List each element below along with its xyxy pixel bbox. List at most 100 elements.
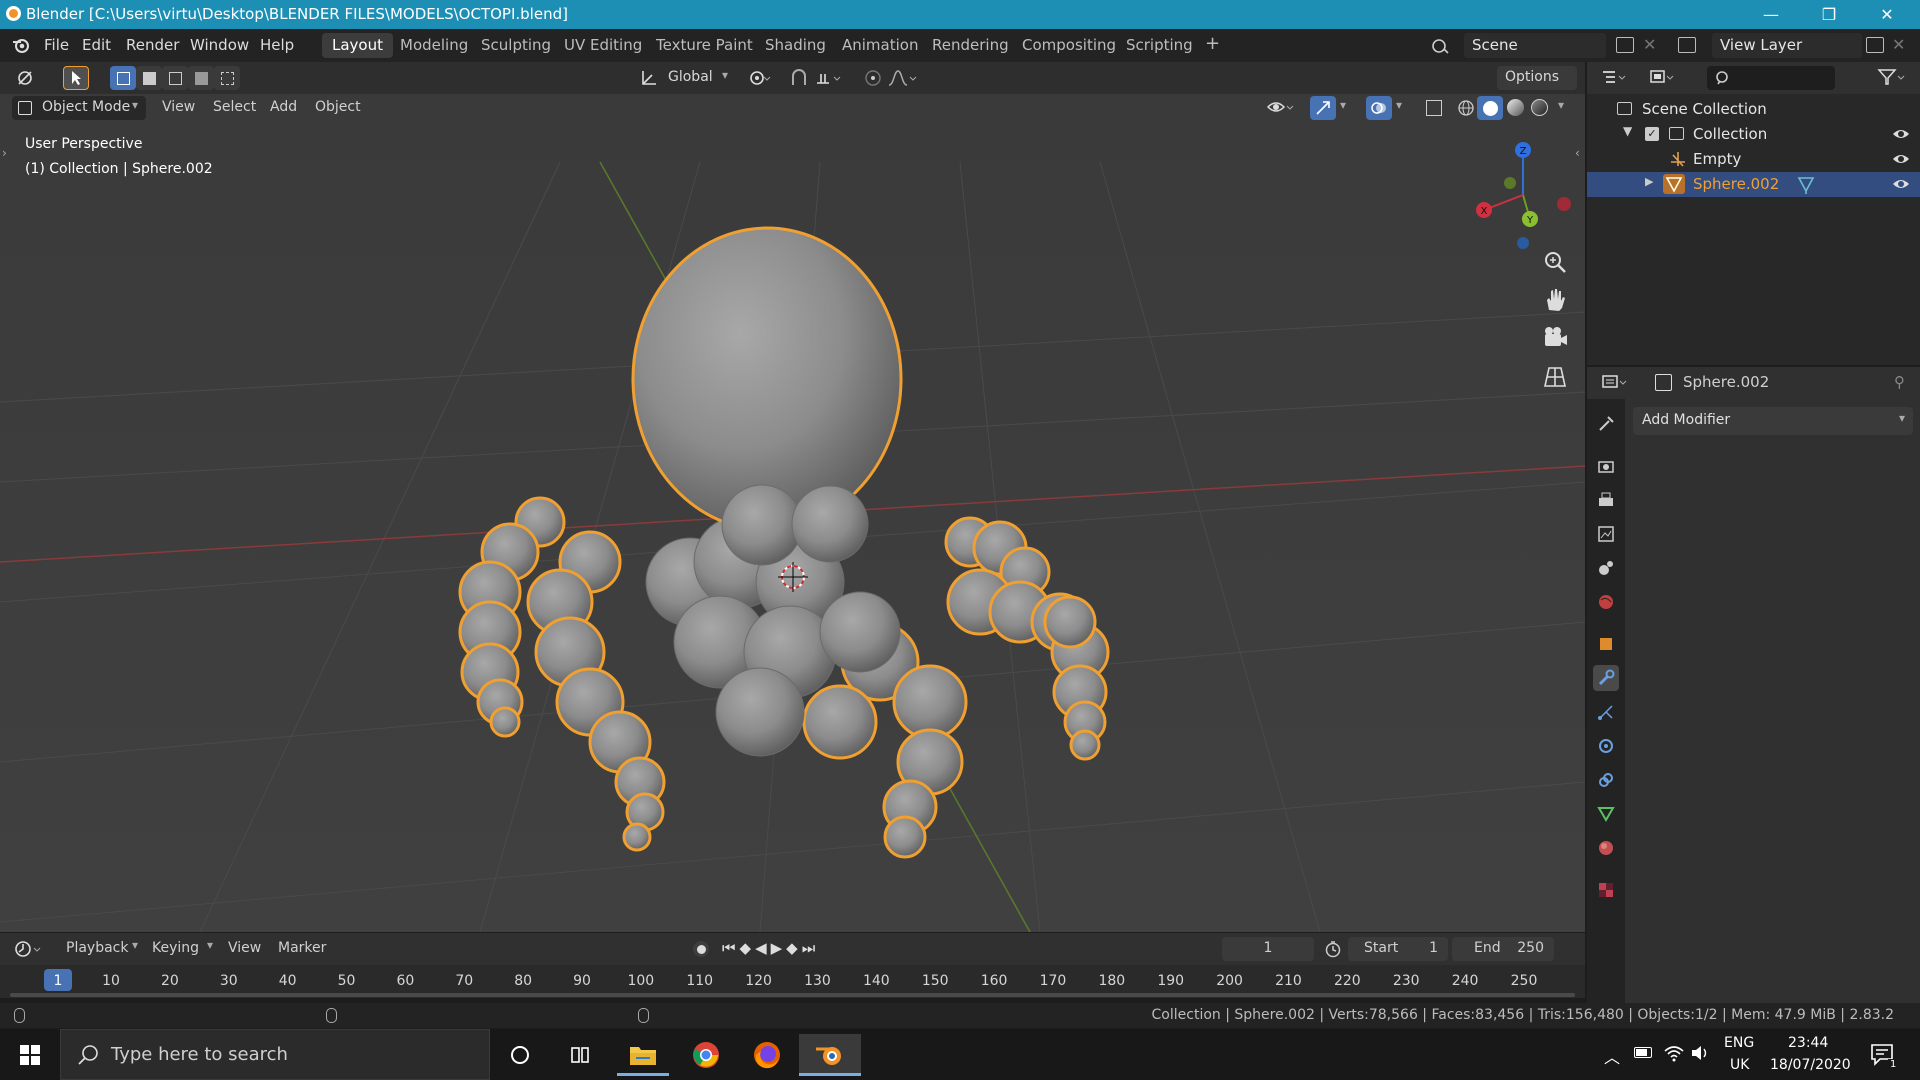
scene-browse-icon[interactable] — [1430, 37, 1450, 55]
select-mode-invert-icon[interactable] — [188, 66, 214, 90]
timeline-menu-view[interactable]: View — [228, 940, 261, 956]
clock-date[interactable]: 18/07/2020 — [1770, 1057, 1851, 1073]
xray-toggle-icon[interactable] — [1426, 100, 1442, 116]
eye-icon[interactable] — [1892, 151, 1910, 171]
object-tab-icon[interactable] — [1593, 631, 1619, 657]
chevron-down-icon[interactable]: ▾ — [1340, 98, 1346, 112]
outliner-editor-type-icon[interactable] — [1601, 68, 1629, 90]
menu-edit[interactable]: Edit — [82, 36, 111, 54]
ortho-toggle-icon[interactable] — [1541, 362, 1569, 394]
add-workspace-button[interactable]: + — [1195, 33, 1230, 58]
sidebar-toggle-icon[interactable]: ‹ — [1575, 146, 1580, 160]
overlays-toggle-icon[interactable] — [1366, 96, 1392, 120]
tray-chevron-up-icon[interactable]: ︿ — [1604, 1044, 1620, 1068]
timeline-scrollbar[interactable] — [10, 993, 1575, 997]
material-preview-icon[interactable] — [1507, 99, 1524, 116]
render-tab-icon[interactable] — [1593, 453, 1619, 479]
editor-type-icon[interactable] — [14, 66, 40, 90]
eye-icon[interactable] — [1892, 176, 1910, 196]
3d-viewport[interactable]: Global ▾ Options Object Mode ▾ View Sele… — [0, 62, 1585, 932]
options-dropdown[interactable]: Options — [1497, 66, 1577, 90]
menu-help[interactable]: Help — [260, 36, 294, 54]
clock-time[interactable]: 23:44 — [1788, 1035, 1828, 1051]
start-frame-field[interactable]: Start 1 — [1348, 937, 1448, 961]
camera-view-icon[interactable] — [1541, 324, 1569, 356]
wireframe-shading-icon[interactable] — [1457, 99, 1475, 121]
view-layer-field[interactable]: View Layer — [1712, 33, 1862, 58]
select-mode-intersect-icon[interactable] — [214, 66, 240, 90]
modifier-tab-icon[interactable] — [1593, 665, 1619, 691]
current-frame-field[interactable]: 1 — [1222, 937, 1314, 961]
timeline-menu-playback[interactable]: Playback — [66, 940, 128, 956]
tab-modeling[interactable]: Modeling — [390, 33, 478, 58]
language-indicator[interactable]: ENG — [1724, 1035, 1754, 1051]
solid-shading-icon[interactable] — [1477, 96, 1503, 120]
outliner-item-empty[interactable]: Empty — [1587, 147, 1920, 172]
tab-shading[interactable]: Shading — [755, 33, 836, 58]
file-explorer-icon[interactable] — [617, 1034, 669, 1076]
stopwatch-icon[interactable] — [1324, 940, 1342, 962]
viewport-menu-add[interactable]: Add — [270, 99, 297, 115]
tab-rendering[interactable]: Rendering — [922, 33, 1019, 58]
new-view-layer-icon[interactable] — [1866, 37, 1884, 53]
toolbar-toggle-icon[interactable]: › — [2, 146, 7, 160]
data-tab-icon[interactable] — [1593, 801, 1619, 827]
viewport-menu-view[interactable]: View — [162, 99, 195, 115]
timeline-ruler[interactable]: 1 10 20 30 40 50 60 70 80 90 100 110 120 130 140 150 160… — [0, 965, 1585, 998]
tab-texture-paint[interactable]: Texture Paint — [646, 33, 763, 58]
end-frame-field[interactable]: End 250 — [1452, 937, 1554, 961]
eye-icon[interactable] — [1892, 126, 1910, 146]
new-scene-icon[interactable] — [1616, 37, 1634, 53]
add-modifier-dropdown[interactable]: Add Modifier ▾ — [1633, 407, 1913, 435]
volume-icon[interactable] — [1690, 1043, 1712, 1067]
timeline-menu-keying[interactable]: Keying — [152, 940, 199, 956]
zoom-icon[interactable] — [1541, 248, 1569, 280]
tab-compositing[interactable]: Compositing — [1012, 33, 1126, 58]
octopus-head[interactable] — [631, 226, 903, 532]
scene-tab-icon[interactable] — [1593, 555, 1619, 581]
material-tab-icon[interactable] — [1593, 835, 1619, 861]
cortana-icon[interactable] — [494, 1034, 546, 1076]
wifi-icon[interactable] — [1663, 1043, 1685, 1067]
physics-tab-icon[interactable] — [1593, 733, 1619, 759]
blender-menu-icon[interactable] — [12, 36, 30, 54]
jump-start-icon[interactable]: ⏮ — [722, 939, 740, 957]
pan-hand-icon[interactable] — [1541, 286, 1569, 318]
object-mode-dropdown[interactable]: Object Mode — [12, 96, 146, 120]
pin-icon[interactable]: ⚲ — [1894, 373, 1905, 391]
outliner-item-collection[interactable]: ▼ ✓ Collection — [1587, 122, 1920, 147]
remove-scene-icon[interactable]: ✕ — [1643, 35, 1656, 54]
texture-tab-icon[interactable] — [1593, 877, 1619, 903]
play-reverse-icon[interactable]: ◀ — [755, 939, 771, 957]
particles-tab-icon[interactable] — [1593, 699, 1619, 725]
taskbar-search-box[interactable]: Type here to search — [60, 1029, 490, 1080]
outliner-item-sphere[interactable]: ▶ Sphere.002 — [1587, 172, 1920, 197]
firefox-icon[interactable] — [741, 1034, 793, 1076]
rendered-shading-icon[interactable] — [1531, 99, 1548, 116]
properties-editor-type-icon[interactable] — [1601, 373, 1631, 395]
minimize-button[interactable]: — — [1742, 0, 1800, 29]
tab-scripting[interactable]: Scripting — [1116, 33, 1203, 58]
viewport-menu-select[interactable]: Select — [213, 99, 256, 115]
mesh-data-icon[interactable] — [1797, 176, 1815, 198]
chrome-icon[interactable] — [680, 1034, 732, 1076]
chevron-down-icon[interactable]: ▾ — [1396, 98, 1402, 112]
pivot-point-icon[interactable] — [748, 69, 772, 91]
select-mode-new-icon[interactable] — [110, 66, 136, 90]
select-mode-subtract-icon[interactable] — [162, 66, 188, 90]
close-button[interactable]: ✕ — [1858, 0, 1916, 29]
timeline-menu-marker[interactable]: Marker — [278, 940, 326, 956]
prev-keyframe-icon[interactable]: ◆ — [740, 939, 756, 957]
task-view-icon[interactable] — [554, 1034, 606, 1076]
world-tab-icon[interactable] — [1593, 589, 1619, 615]
proportional-edit-icon[interactable] — [864, 69, 882, 91]
display-mode-icon[interactable] — [1649, 68, 1677, 90]
jump-end-icon[interactable]: ⏭ — [802, 939, 820, 957]
visibility-icon[interactable] — [1266, 98, 1294, 120]
chevron-down-icon[interactable]: ▾ — [1558, 98, 1564, 112]
snap-target-icon[interactable] — [815, 69, 843, 91]
menu-render[interactable]: Render — [126, 36, 179, 54]
tab-sculpting[interactable]: Sculpting — [471, 33, 561, 58]
view-layer-tab-icon[interactable] — [1593, 521, 1619, 547]
select-mode-extend-icon[interactable] — [136, 66, 162, 90]
